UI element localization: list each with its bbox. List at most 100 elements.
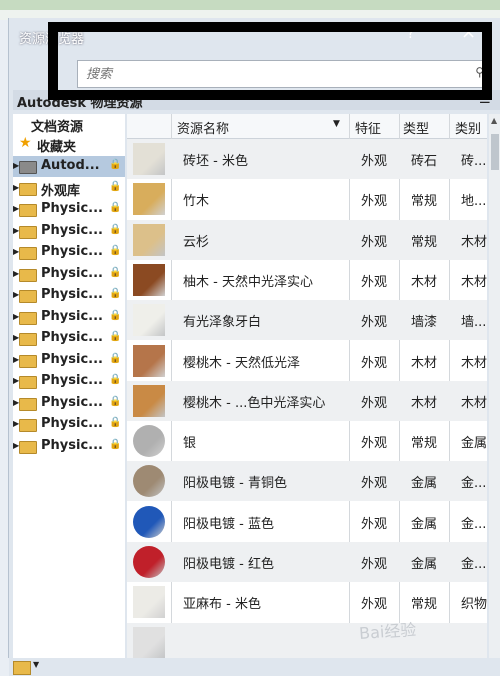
category-cell: 金... [461,476,487,492]
asset-name-cell: 樱桃木 - ...色中光泽实心 [183,395,326,411]
asset-name-cell: 竹木 [183,194,210,210]
asset-name-cell: 樱桃木 - 天然低光泽 [183,355,300,371]
category-cell: 地... [461,194,487,210]
library-tree-item[interactable]: ▶ Physic... 🔒 [13,242,125,263]
category-cell: 织物 [461,597,487,613]
library-tree-item[interactable]: ▶ Physic... 🔒 [13,350,125,371]
document-assets-label[interactable]: 文档资源 [31,116,83,135]
feature-cell: 外观 [361,436,388,452]
type-cell: 金属 [411,516,438,532]
table-row[interactable]: 阳极电镀 - 青铜色 外观 金属 金... [127,461,487,502]
chevron-down-icon[interactable]: ▼ [33,660,39,669]
table-row[interactable]: 云杉 外观 常规 木材 [127,219,487,260]
feature-cell: 外观 [361,274,388,290]
material-thumbnail [133,505,165,538]
lock-icon: 🔒 [109,438,122,450]
library-tree-item[interactable]: ▶ Physic... 🔒 [13,414,125,435]
type-cell: 常规 [411,597,438,613]
type-cell: 常规 [411,194,438,210]
folder-icon [19,354,37,368]
library-tree-item[interactable]: ▶ 外观库 🔒 [13,178,125,199]
library-tree-item[interactable]: ▶ Physic... 🔒 [13,264,125,285]
folder-icon [19,204,37,217]
library-tree-item[interactable]: ▶ Physic... 🔒 [13,221,125,242]
library-tree-label: Physic... [41,437,103,453]
feature-cell: 外观 [361,597,388,613]
sort-down-icon[interactable]: ▼ [333,119,340,129]
library-tree-item[interactable]: ▶ Physic... 🔒 [13,199,125,220]
scroll-up-icon[interactable]: ▲ [491,116,497,125]
asset-name-cell: 亚麻布 - 米色 [183,597,261,613]
table-row[interactable]: 阳极电镀 - 红色 外观 金属 金... [127,542,487,582]
material-thumbnail [133,183,165,216]
lock-icon: 🔒 [109,331,122,342]
table-row[interactable]: 银 外观 常规 金属 [127,421,487,461]
library-tree-label: Physic... [41,330,103,345]
feature-cell: 外观 [361,516,388,532]
table-row[interactable] [127,622,487,658]
asset-name-cell: 有光泽象牙白 [183,315,262,331]
asset-browser-window: 资源浏览器 ? × ⚲ Autodesk 物理资源 ☰ 文档资源 ★ 收藏夹 ▶… [8,18,500,676]
library-tree-label: Physic... [41,351,103,367]
table-row[interactable]: 柚木 - 天然中光泽实心 外观 木材 木材 [127,260,487,300]
material-thumbnail [133,223,165,256]
library-tree-item[interactable]: ▶ Physic... 🔒 [13,285,125,306]
lock-icon: 🔒 [109,395,122,407]
table-row[interactable]: 亚麻布 - 米色 外观 常规 织物 [127,582,487,622]
lock-icon: 🔒 [109,180,122,192]
material-thumbnail [133,384,165,417]
folder-icon [19,440,37,454]
table-row[interactable]: 樱桃木 - ...色中光泽实心 外观 木材 木材 [127,380,487,421]
star-icon: ★ [19,135,32,151]
library-tree-label: Physic... [41,308,103,324]
type-cell: 木材 [411,274,438,290]
library-tree-item[interactable]: ▶ Physic... 🔒 [13,307,125,328]
category-cell: 金属 [461,436,487,452]
library-tree-item[interactable]: ▶ Autod... 🔒 [13,156,125,177]
column-header-name[interactable]: 资源名称 [177,118,229,137]
lock-icon: 🔒 [109,245,122,256]
favorites-label: 收藏夹 [37,140,77,155]
lock-icon: 🔒 [109,309,122,321]
asset-name-cell: 阳极电镀 - 红色 [183,557,274,572]
vertical-scrollbar[interactable]: ▲ [489,114,500,658]
type-cell: 金属 [411,557,438,572]
library-tree-label: Physic... [41,244,103,259]
library-folder-icon[interactable] [13,661,31,675]
type-cell: 常规 [411,436,438,452]
library-tree-label: Physic... [41,373,103,388]
type-cell: 墙漆 [411,315,438,331]
lock-icon: 🔒 [109,266,122,278]
asset-name-cell: 云杉 [183,234,210,250]
table-row[interactable]: 竹木 外观 常规 地... [127,179,487,219]
table-row[interactable]: 有光泽象牙白 外观 墙漆 墙... [127,300,487,341]
column-header-feature[interactable]: 特征 [355,118,381,137]
library-tree-item[interactable]: ▶ Physic... 🔒 [13,371,125,392]
background-strip [0,0,500,10]
library-tree-label: Physic... [41,394,103,410]
feature-cell: 外观 [361,315,388,331]
category-cell: 木材 [461,234,487,250]
asset-name-cell: 阳极电镀 - 蓝色 [183,516,274,532]
category-cell: 木材 [461,355,487,371]
library-tree-item[interactable]: ▶ Physic... 🔒 [13,436,125,457]
favorites-item[interactable]: ★ 收藏夹 [13,134,125,155]
table-row[interactable]: 樱桃木 - 天然低光泽 外观 木材 木材 [127,341,487,381]
column-header-category[interactable]: 类别 [455,118,481,137]
table-row[interactable]: 阳极电镀 - 蓝色 外观 金属 金... [127,502,487,542]
asset-table: 资源名称 ▼ 特征 类型 类别 砖坯 - 米色 外观 砖石 砖... 竹木 外观 常规 地..… [127,114,487,658]
category-cell: 金... [461,516,487,532]
scrollbar-thumb[interactable] [491,134,499,170]
material-thumbnail [133,143,165,175]
folder-icon [19,161,37,174]
library-tree-item[interactable]: ▶ Physic... 🔒 [13,328,125,349]
asset-name-cell: 银 [183,436,197,452]
column-header-type[interactable]: 类型 [403,118,429,137]
table-row[interactable]: 砖坯 - 米色 外观 砖石 砖... [127,139,487,179]
folder-icon [19,290,37,303]
feature-cell: 外观 [361,355,388,371]
library-tree-item[interactable]: ▶ Physic... 🔒 [13,393,125,414]
lock-icon: 🔒 [109,374,122,385]
library-tree-label: Physic... [41,265,103,281]
material-thumbnail [133,425,165,458]
